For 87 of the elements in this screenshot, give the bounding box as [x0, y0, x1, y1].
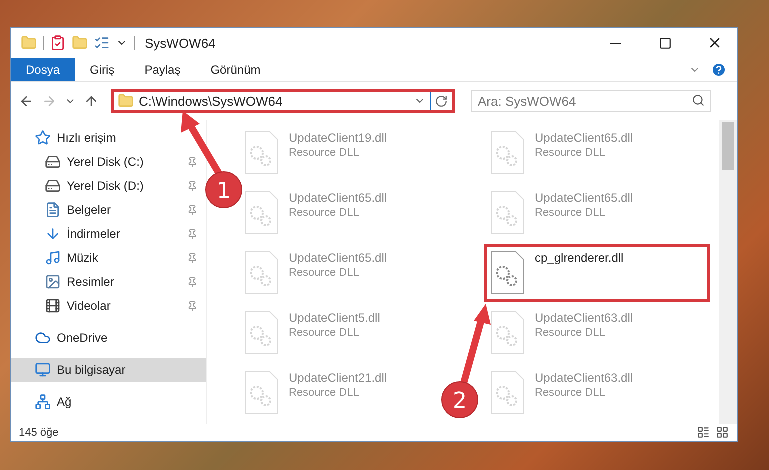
help-icon[interactable] [711, 62, 727, 78]
search-field[interactable]: Ara: SysWOW64 [471, 90, 711, 112]
sidebar-label: Bu bilgisayar [57, 363, 127, 377]
sidebar-label: Videolar [67, 299, 112, 313]
address-bar[interactable]: C:\Windows\SysWOW64 [111, 89, 455, 113]
star-icon [35, 130, 51, 146]
ribbon-tab[interactable]: Görünüm [196, 58, 276, 81]
music-note-icon [45, 250, 61, 266]
picture-icon [45, 274, 61, 290]
file-name: UpdateClient65.dll [535, 191, 634, 205]
gear-file-icon [245, 311, 279, 355]
file-type: Resource DLL [289, 207, 360, 219]
file-name: UpdateClient65.dll [535, 131, 634, 145]
gear-file-icon [245, 131, 279, 175]
file-name: UpdateClient65.dll [289, 251, 388, 265]
minimize-icon [610, 42, 620, 44]
cloud-icon [35, 330, 51, 346]
sidebar-item[interactable]: Müzik [11, 246, 206, 270]
scrollbar-thumb[interactable] [722, 122, 734, 170]
step-badge: 1 [206, 172, 242, 208]
details-view-icon[interactable] [697, 426, 710, 439]
file-name: UpdateClient65.dll [289, 191, 388, 205]
file-type: Resource DLL [289, 147, 360, 159]
file-type: Resource DLL [535, 147, 606, 159]
sidebar-item[interactable]: OneDrive [11, 326, 206, 350]
ribbon-tab[interactable]: Giriş [75, 58, 130, 81]
ribbon-tab[interactable]: Paylaş [130, 58, 196, 81]
forward-arrow-icon [42, 94, 57, 108]
sidebar-label: Ağ [57, 395, 73, 409]
gear-file-icon [245, 371, 279, 415]
sidebar-item[interactable]: İndirmeler [11, 222, 206, 246]
clipboard-check-icon[interactable] [50, 35, 66, 51]
window-title: SysWOW64 [145, 36, 217, 50]
file-type: Resource DLL [289, 387, 360, 399]
item-count: 145 öğe [19, 426, 60, 438]
drive-icon [45, 178, 61, 194]
gear-file-icon [491, 311, 525, 355]
file-type: Resource DLL [289, 267, 360, 279]
sidebar-label: İndirmeler [67, 227, 122, 241]
drive-icon [45, 154, 61, 170]
file-type: Resource DLL [535, 207, 606, 219]
ribbon-tab[interactable]: Dosya [11, 58, 76, 81]
file-name: UpdateClient21.dll [289, 371, 388, 385]
monitor-icon [35, 362, 51, 378]
document-icon [45, 202, 61, 218]
gear-file-icon [245, 191, 279, 235]
scrollbar[interactable] [719, 120, 737, 424]
sidebar-label: Yerel Disk (C:) [67, 155, 145, 169]
gear-file-icon [491, 251, 525, 295]
gear-file-icon [491, 131, 525, 175]
file-type: Resource DLL [289, 327, 360, 339]
sidebar-item[interactable]: Resimler [11, 270, 206, 294]
sidebar-label: OneDrive [57, 331, 109, 345]
refresh-icon [435, 94, 448, 108]
folder-icon [118, 93, 134, 109]
search-icon [692, 94, 705, 107]
sidebar-item[interactable]: Bu bilgisayar [11, 358, 206, 382]
gear-file-icon [491, 371, 525, 415]
sidebar-item[interactable]: Ağ [11, 390, 206, 414]
sidebar-item[interactable]: Videolar [11, 294, 206, 318]
sidebar-label: Yerel Disk (D:) [67, 179, 145, 193]
file-name: UpdateClient19.dll [289, 131, 388, 145]
film-icon [45, 298, 61, 314]
sidebar-item[interactable]: Hızlı erişim [11, 126, 206, 150]
back-button[interactable] [19, 94, 34, 108]
file-name: UpdateClient63.dll [535, 311, 634, 325]
file-name: UpdateClient63.dll [535, 371, 634, 385]
file-name: cp_glrenderer.dll [535, 251, 624, 265]
sidebar-label: Hızlı erişim [57, 131, 118, 145]
sidebar-item[interactable]: Yerel Disk (C:) [11, 150, 206, 174]
sidebar-label: Belgeler [67, 203, 112, 217]
sidebar-item[interactable]: Belgeler [11, 198, 206, 222]
file-item[interactable]: cp_glrenderer.dll [484, 244, 710, 302]
file-type: Resource DLL [535, 387, 606, 399]
sidebar-label: Müzik [67, 251, 100, 265]
step-badge: 2 [442, 382, 478, 418]
file-type: Resource DLL [535, 327, 606, 339]
up-button[interactable] [84, 94, 99, 108]
sidebar-label: Resimler [67, 275, 116, 289]
sidebar-item[interactable]: Yerel Disk (D:) [11, 174, 206, 198]
large-icons-view-icon[interactable] [716, 426, 729, 439]
address-path: C:\Windows\SysWOW64 [139, 94, 284, 108]
file-name: UpdateClient5.dll [289, 311, 380, 325]
gear-file-icon [245, 251, 279, 295]
network-icon [35, 394, 51, 410]
gear-file-icon [491, 191, 525, 235]
maximize-icon [658, 36, 672, 50]
